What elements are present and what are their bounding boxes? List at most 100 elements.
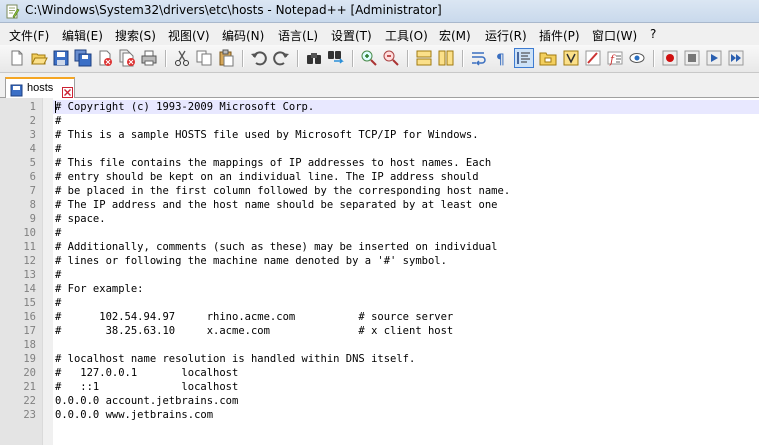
line-number: 5 (29, 157, 36, 169)
line-number: 20 (23, 367, 36, 379)
menu-search[interactable]: 搜索(S) (115, 27, 156, 44)
sync-horizontal-icon[interactable] (437, 49, 455, 67)
menu-plugins[interactable]: 插件(P) (539, 27, 580, 44)
code-line: # (55, 115, 62, 127)
tab-close-icon[interactable] (62, 83, 73, 98)
indent-guide-icon[interactable] (514, 48, 534, 68)
line-number: 16 (23, 311, 36, 323)
line-number: 15 (23, 297, 36, 309)
cut-icon[interactable] (173, 49, 191, 67)
line-number: 14 (23, 283, 36, 295)
menu-run[interactable]: 运行(R) (485, 27, 527, 44)
code-line: # ::1 localhost (55, 381, 239, 393)
toolbar: ¶ f (0, 45, 759, 73)
zoom-out-icon[interactable] (382, 49, 400, 67)
notepadpp-app-icon[interactable] (5, 4, 20, 19)
code-line: # Copyright (c) 1993-2009 Microsoft Corp… (55, 101, 315, 113)
menu-language[interactable]: 语言(L) (278, 27, 318, 44)
menu-edit[interactable]: 编辑(E) (62, 27, 103, 44)
print-icon[interactable] (140, 49, 158, 67)
save-icon[interactable] (52, 49, 70, 67)
code-line: # space. (55, 213, 106, 225)
tab-bar: hosts (0, 73, 759, 98)
menu-macro[interactable]: 宏(M) (439, 27, 471, 44)
paste-icon[interactable] (217, 49, 235, 67)
close-icon[interactable] (96, 49, 114, 67)
copy-icon[interactable] (195, 49, 213, 67)
code-line: # The IP address and the host name shoul… (55, 199, 498, 211)
line-number: 23 (23, 409, 36, 421)
code-line: # be placed in the first column followed… (55, 185, 511, 197)
word-wrap-icon[interactable] (470, 49, 488, 67)
undo-icon[interactable] (250, 49, 268, 67)
close-all-icon[interactable] (118, 49, 136, 67)
menu-help[interactable]: ? (650, 27, 656, 41)
line-number: 21 (23, 381, 36, 393)
line-number-gutter[interactable]: 1 2 3 4 5 6 7 8 9 10 11 12 13 14 15 16 17 18 19 20 21 22 23 (0, 98, 42, 445)
sync-vertical-icon[interactable] (415, 49, 433, 67)
code-line: 0.0.0.0 account.jetbrains.com (55, 395, 239, 407)
code-line: # For example: (55, 283, 144, 295)
line-number: 22 (23, 395, 36, 407)
window-title: C:\Windows\System32\drivers\etc\hosts - … (25, 3, 442, 17)
menu-view[interactable]: 视图(V) (168, 27, 210, 44)
redo-icon[interactable] (272, 49, 290, 67)
line-number: 6 (29, 171, 36, 183)
code-line: # (55, 143, 62, 155)
code-line: # entry should be kept on an individual … (55, 171, 479, 183)
menu-bar: 文件(F) 编辑(E) 搜索(S) 视图(V) 编码(N) 语言(L) 设置(T… (0, 23, 759, 45)
text-editor[interactable]: # Copyright (c) 1993-2009 Microsoft Corp… (53, 98, 759, 445)
monitoring-icon[interactable] (628, 49, 646, 67)
line-number: 8 (29, 199, 36, 211)
code-line: # This is a sample HOSTS file used by Mi… (55, 129, 479, 141)
code-line: # 38.25.63.10 x.acme.com # x client host (55, 325, 454, 337)
line-number: 3 (29, 129, 36, 141)
tab-label: hosts (27, 82, 54, 94)
line-number: 19 (23, 353, 36, 365)
line-number: 2 (29, 115, 36, 127)
menu-tools[interactable]: 工具(O) (385, 27, 428, 44)
line-number: 7 (29, 185, 36, 197)
line-number: 10 (23, 227, 36, 239)
code-line: # localhost name resolution is handled w… (55, 353, 416, 365)
record-macro-icon[interactable] (661, 49, 679, 67)
replace-icon[interactable] (327, 49, 345, 67)
zoom-in-icon[interactable] (360, 49, 378, 67)
line-number: 12 (23, 255, 36, 267)
document-saved-icon (10, 82, 23, 97)
new-file-icon[interactable] (8, 49, 26, 67)
line-number: 17 (23, 325, 36, 337)
save-all-icon[interactable] (74, 49, 92, 67)
menu-file[interactable]: 文件(F) (9, 27, 49, 44)
line-number: 18 (23, 339, 36, 351)
code-line: # (55, 297, 62, 309)
run-macro-multiple-icon[interactable] (727, 49, 745, 67)
function-list-icon[interactable]: f (606, 49, 624, 67)
fold-margin[interactable] (42, 98, 53, 445)
line-number: 4 (29, 143, 36, 155)
code-line: # lines or following the machine name de… (55, 255, 447, 267)
line-number: 1 (29, 101, 36, 113)
menu-window[interactable]: 窗口(W) (592, 27, 637, 44)
find-icon[interactable] (305, 49, 323, 67)
code-line: # Additionally, comments (such as these)… (55, 241, 498, 253)
menu-settings[interactable]: 设置(T) (331, 27, 372, 44)
user-defined-language-icon[interactable] (562, 49, 580, 67)
tab-hosts[interactable]: hosts (5, 77, 75, 98)
line-number: 11 (23, 241, 36, 253)
open-file-icon[interactable] (30, 49, 48, 67)
code-line: # 102.54.94.97 rhino.acme.com # source s… (55, 311, 454, 323)
code-line: # (55, 269, 62, 281)
show-all-chars-icon[interactable]: ¶ (492, 49, 510, 67)
line-number: 9 (29, 213, 36, 225)
svg-text:¶: ¶ (496, 52, 505, 67)
code-line: # This file contains the mappings of IP … (55, 157, 492, 169)
stop-record-icon[interactable] (683, 49, 701, 67)
play-macro-icon[interactable] (705, 49, 723, 67)
code-line: 0.0.0.0 www.jetbrains.com (55, 409, 214, 421)
folder-icon[interactable] (539, 49, 557, 67)
code-line: # 127.0.0.1 localhost (55, 367, 239, 379)
document-map-icon[interactable] (584, 49, 602, 67)
menu-encoding[interactable]: 编码(N) (222, 27, 264, 44)
line-number: 13 (23, 269, 36, 281)
